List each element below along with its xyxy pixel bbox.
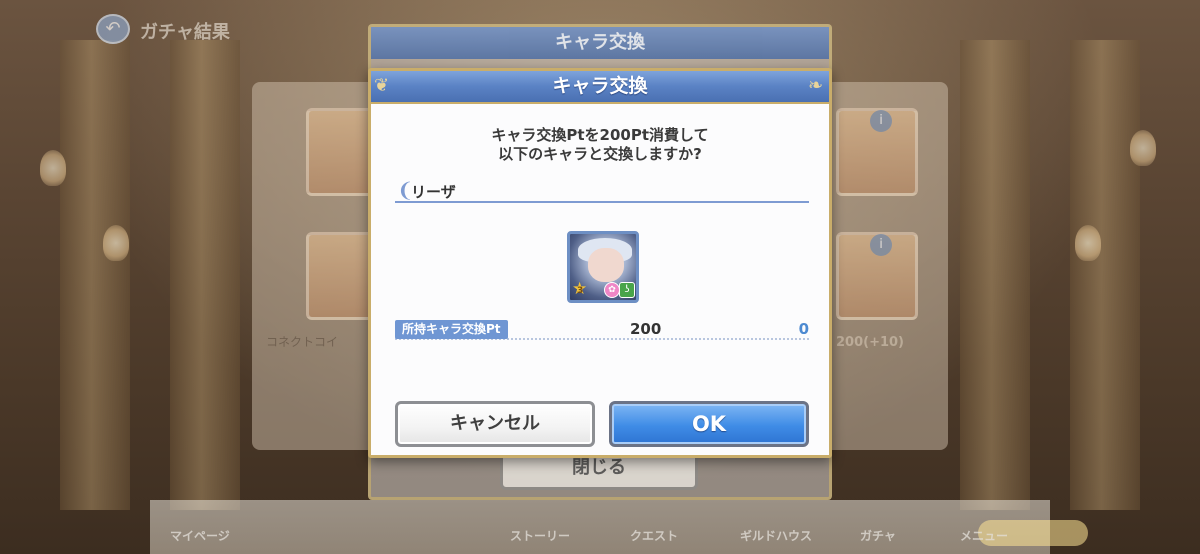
message-line-1: キャラ交換Ptを200Pt消費して <box>491 126 709 144</box>
back-arrow-icon[interactable]: ↶ <box>96 14 130 44</box>
dialog-header: ❦ キャラ交換 ❧ <box>371 71 829 104</box>
nav-item-mypage: マイページ <box>170 529 230 543</box>
background-lamp <box>103 225 129 261</box>
character-name-row: ❨ リーザ <box>395 179 809 203</box>
background-pillar <box>170 40 240 510</box>
character-name: リーザ <box>411 183 456 201</box>
message-line-2: 以下のキャラと交換しますか? <box>498 145 702 163</box>
background-pillar <box>1070 40 1140 510</box>
nav-item-story: ストーリー <box>510 529 571 543</box>
info-icon: i <box>870 110 892 132</box>
background-pillar <box>60 40 130 510</box>
background-pillar <box>960 40 1030 510</box>
character-exchange-dialog: ❦ キャラ交換 ❧ キャラ交換Ptを200Pt消費して 以下のキャラと交換します… <box>368 68 832 458</box>
confirmation-message: キャラ交換Ptを200Pt消費して 以下のキャラと交換しますか? <box>371 126 829 164</box>
star-rank-icon: ★ 3 <box>572 279 588 299</box>
background-lamp <box>1075 225 1101 261</box>
star-rank-value: 3 <box>577 286 584 296</box>
points-after: 0 <box>798 320 809 338</box>
background-lamp <box>1130 130 1156 166</box>
element-badge-icon: ʖ <box>619 282 635 298</box>
nav-item-quest: クエスト <box>630 529 679 543</box>
info-icon: i <box>870 234 892 256</box>
bottom-navigation: マイページ ストーリー クエスト ギルドハウス ガチャ メニュー <box>150 500 1088 554</box>
ok-button[interactable]: OK <box>609 401 809 447</box>
points-current: 200 <box>630 320 662 338</box>
character-portrait[interactable]: ★ 3 ✿ ʖ <box>567 231 639 303</box>
points-label: 所持キャラ交換Pt <box>395 320 508 339</box>
nav-item-menu: メニュー <box>960 529 1009 543</box>
back-label: ガチャ結果 <box>140 22 230 43</box>
exchange-points-row: 所持キャラ交換Pt 200 0 <box>395 320 809 340</box>
cancel-button[interactable]: キャンセル <box>395 401 595 447</box>
background-lamp <box>40 150 66 186</box>
dialog-title: キャラ交換 <box>552 75 648 97</box>
role-badge-icon: ✿ <box>604 282 620 298</box>
nav-item-gacha: ガチャ <box>860 529 896 543</box>
corner-ornament-icon: ❧ <box>808 75 824 96</box>
background-dialog-title: キャラ交換 <box>371 27 829 59</box>
portrait-face <box>588 248 624 282</box>
connect-coin-label: コネクトコイ <box>266 335 339 349</box>
nav-item-guildhouse: ギルドハウス <box>740 529 813 543</box>
coin-ratio-label: 200(+10) <box>836 335 905 350</box>
